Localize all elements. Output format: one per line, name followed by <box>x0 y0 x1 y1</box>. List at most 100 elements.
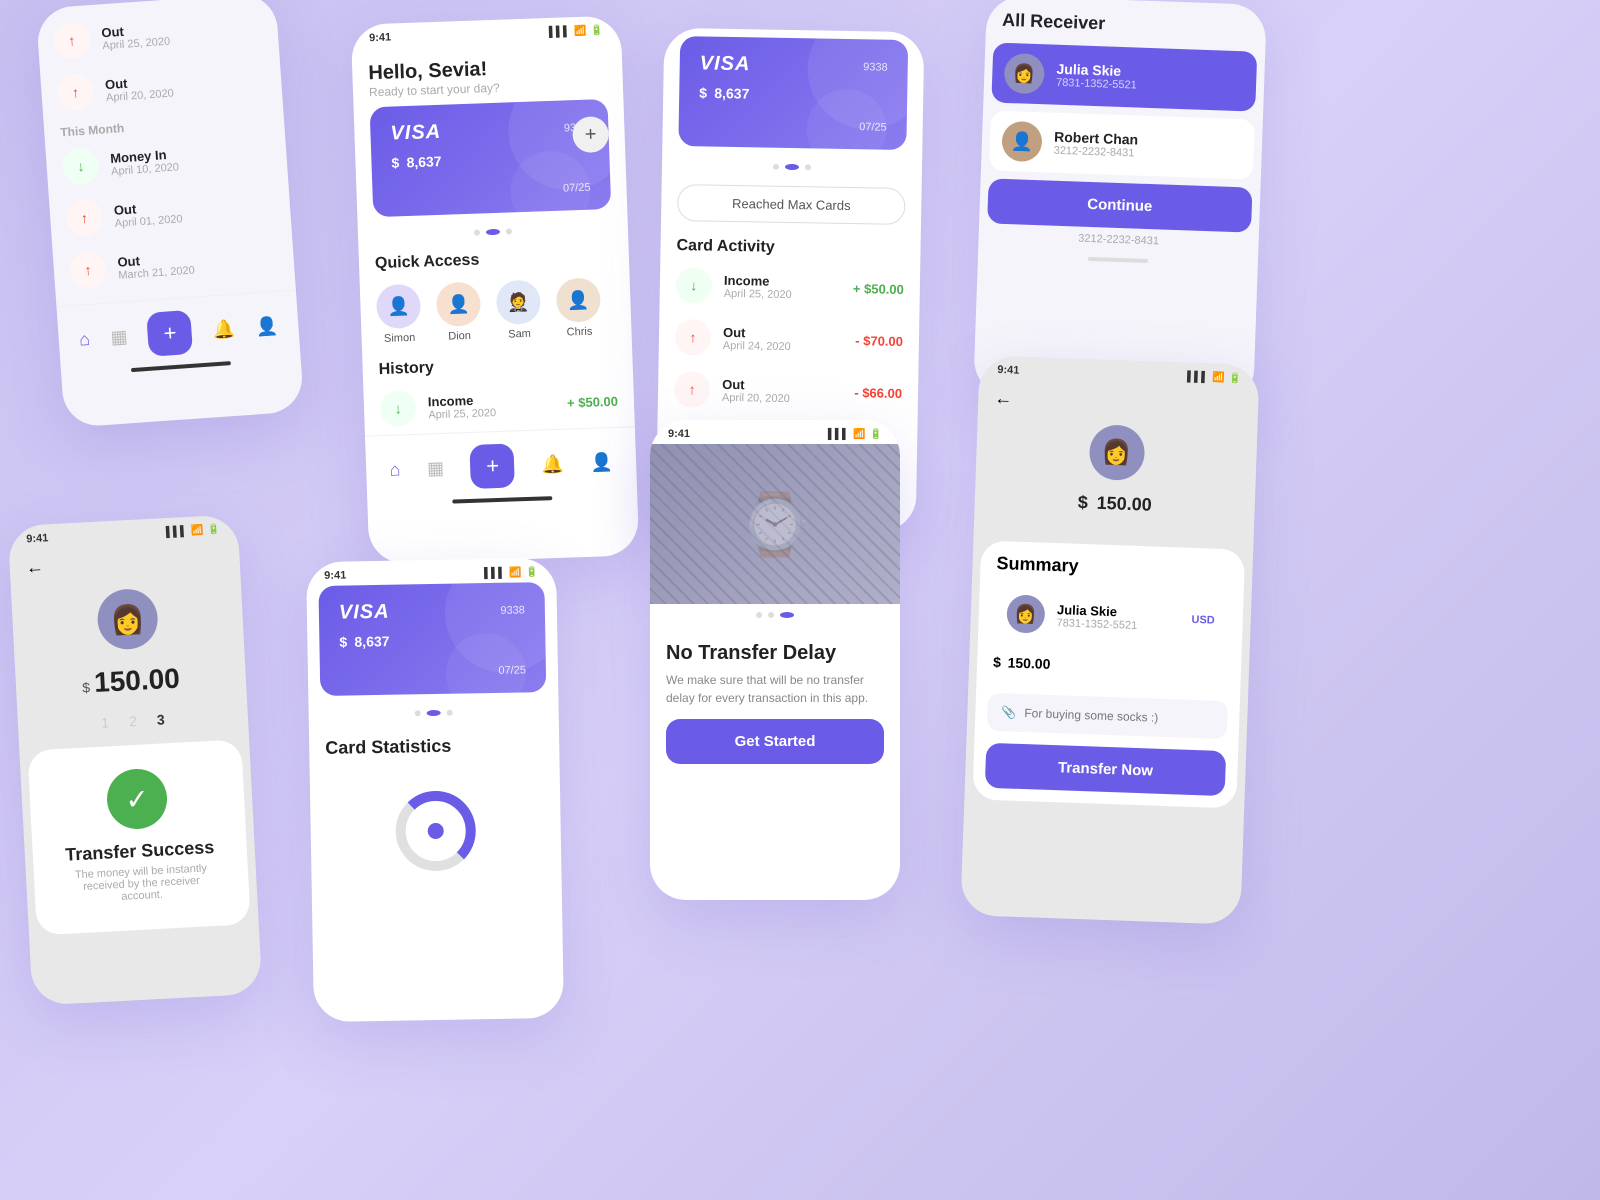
status-icons-6: ▌▌▌ 📶 🔋 <box>484 567 538 579</box>
currency-big: $ <box>82 679 91 695</box>
transfer-hero-image: ⌚ <box>650 444 900 604</box>
wifi5: 📶 <box>191 525 204 537</box>
summary-amount-display: $ 150.00 <box>974 479 1256 542</box>
contact-dion[interactable]: 👤 Dion <box>436 282 482 343</box>
status-icons-7: ▌▌▌ 📶 🔋 <box>828 429 882 440</box>
continue-button[interactable]: Continue <box>987 178 1252 232</box>
transfer-now-container: Transfer Now <box>972 734 1238 804</box>
activity-date-2: April 24, 2020 <box>723 339 843 353</box>
dot-1 <box>474 229 480 235</box>
summary-amount-val: 150.00 <box>1096 493 1152 515</box>
card-activity-title: Card Activity <box>660 229 920 264</box>
chart-nav-icon[interactable]: ▦ <box>427 457 445 479</box>
time-7: 9:41 <box>668 428 690 440</box>
avatar-simon: 👤 <box>376 284 422 330</box>
tx-info-4: Out April 01, 2020 <box>113 191 274 229</box>
receiver-robert-info: Robert Chan 3212-2232-8431 <box>1053 129 1138 160</box>
battery6: 🔋 <box>526 567 539 578</box>
card3-brand: VISA <box>700 52 751 76</box>
home-indicator-4 <box>1088 257 1148 263</box>
reached-max-button[interactable]: Reached Max Cards <box>677 184 906 225</box>
card6-value: 8,637 <box>354 633 389 650</box>
summary-avatar: 👩 <box>1088 424 1145 481</box>
dot3-3 <box>805 164 811 170</box>
all-receiver-phone: All Receiver 👩 Julia Skie 7831-1352-5521… <box>973 0 1267 405</box>
tx-info-5: Out March 21, 2020 <box>117 243 278 281</box>
contact-name-simon: Simon <box>384 332 416 345</box>
add-button[interactable]: + <box>147 310 194 357</box>
battery-icon: 🔋 <box>590 25 603 36</box>
summary-dollar: $ <box>993 654 1001 670</box>
activity-icon-2: ↑ <box>675 319 712 356</box>
history-icon: ↓ <box>379 390 416 427</box>
home-icon[interactable]: ⌂ <box>78 328 90 350</box>
bell-nav-icon[interactable]: 🔔 <box>541 453 564 475</box>
visa-label: VISA <box>390 121 441 146</box>
tx-icon-out2: ↑ <box>56 73 94 111</box>
add-card-button[interactable]: + <box>572 116 609 153</box>
activity-row-1: ↓ Income April 25, 2020 + $50.00 <box>659 259 920 316</box>
stats-icon[interactable]: ▦ <box>110 326 128 348</box>
dot6-3 <box>447 710 453 716</box>
card3-amount: $ 8,637 <box>699 83 888 117</box>
profile-nav-icon[interactable]: 👤 <box>590 452 613 474</box>
receiver-julia-active[interactable]: 👩 Julia Skie 7831-1352-5521 <box>991 42 1257 111</box>
transaction-list-phone: ↑ Out April 25, 2020 ↑ Out April 20, 202… <box>36 0 305 428</box>
dot7-2 <box>768 612 774 618</box>
nav-add-button[interactable]: + <box>470 443 516 489</box>
history-tx-amount: + $50.00 <box>567 393 618 410</box>
tx-icon-out: ↑ <box>53 21 91 59</box>
paperclip-icon: 📎 <box>1001 705 1016 720</box>
card-activity-visa: VISA 9338 $ 8,637 07/25 <box>678 36 908 150</box>
activity-icon-3: ↑ <box>674 371 711 408</box>
card-amount: $ 8,637 <box>391 147 590 185</box>
activity-info-2: Out April 24, 2020 <box>723 324 844 353</box>
time-5: 9:41 <box>26 532 49 545</box>
activity-row-2: ↑ Out April 24, 2020 - $70.00 <box>659 311 920 368</box>
all-receiver-title: All Receiver <box>986 0 1267 48</box>
ntd-title: No Transfer Delay <box>650 626 900 671</box>
history-tx-row: ↓ Income April 25, 2020 + $50.00 <box>363 374 635 435</box>
card6-container: VISA 9338 $ 8,637 07/25 <box>306 582 558 704</box>
wifi-icon: 📶 <box>574 25 587 36</box>
tx-info: Out April 25, 2020 <box>101 14 262 52</box>
time-6: 9:41 <box>324 570 346 582</box>
avatar-chris: 👤 <box>556 277 602 323</box>
contact-name-dion: Dion <box>448 330 471 343</box>
activity-row-3: ↑ Out April 20, 2020 - $66.00 <box>658 363 919 420</box>
status-bar-7: 9:41 ▌▌▌ 📶 🔋 <box>650 420 900 444</box>
signal-icon: ▌▌▌ <box>549 26 571 38</box>
bell-icon[interactable]: 🔔 <box>212 318 236 341</box>
receiver-robert[interactable]: 👤 Robert Chan 3212-2232-8431 <box>989 110 1255 179</box>
tx-icon-out3: ↑ <box>65 199 103 237</box>
receiver-julia-info: Julia Skie 7831-1352-5521 <box>1056 61 1138 92</box>
summary-receiver-info: Julia Skie 7831-1352-5521 <box>1056 602 1138 632</box>
card3-currency: $ <box>699 85 707 101</box>
profile-icon[interactable]: 👤 <box>255 315 279 338</box>
home-nav-icon[interactable]: ⌂ <box>389 459 401 480</box>
signal7: ▌▌▌ <box>828 429 849 440</box>
dot7-1 <box>756 612 762 618</box>
summary-avatar-row: 👩 <box>976 416 1258 489</box>
activity-amount-2: - $70.00 <box>855 333 903 349</box>
time: 9:41 <box>369 31 391 44</box>
activity-amount-3: - $66.00 <box>854 385 902 401</box>
success-card: ✓ Transfer Success The money will be ins… <box>27 739 250 935</box>
usd-badge: USD <box>1191 614 1215 627</box>
get-started-button[interactable]: Get Started <box>666 719 884 764</box>
card-stats-title: Card Statistics <box>309 722 560 767</box>
transfer-now-button[interactable]: Transfer Now <box>985 743 1226 796</box>
time-8: 9:41 <box>997 364 1019 377</box>
signal6: ▌▌▌ <box>484 567 505 578</box>
card6-brand: VISA <box>339 601 390 625</box>
back-arrow-8[interactable]: ← <box>994 388 1013 410</box>
receiver-robert-num: 3212-2232-8431 <box>1053 145 1137 160</box>
no-transfer-delay-phone: 9:41 ▌▌▌ 📶 🔋 ⌚ No Transfer Delay We make… <box>650 420 900 900</box>
contact-simon[interactable]: 👤 Simon <box>376 284 422 345</box>
card6-visa: VISA 9338 $ 8,637 07/25 <box>318 582 546 696</box>
back-arrow[interactable]: ← <box>25 557 44 579</box>
summary-transfer-amount: 150.00 <box>1007 654 1050 671</box>
dot7-active <box>780 612 794 618</box>
contact-chris[interactable]: 👤 Chris <box>556 277 602 338</box>
contact-sam[interactable]: 🤵 Sam <box>496 279 542 340</box>
